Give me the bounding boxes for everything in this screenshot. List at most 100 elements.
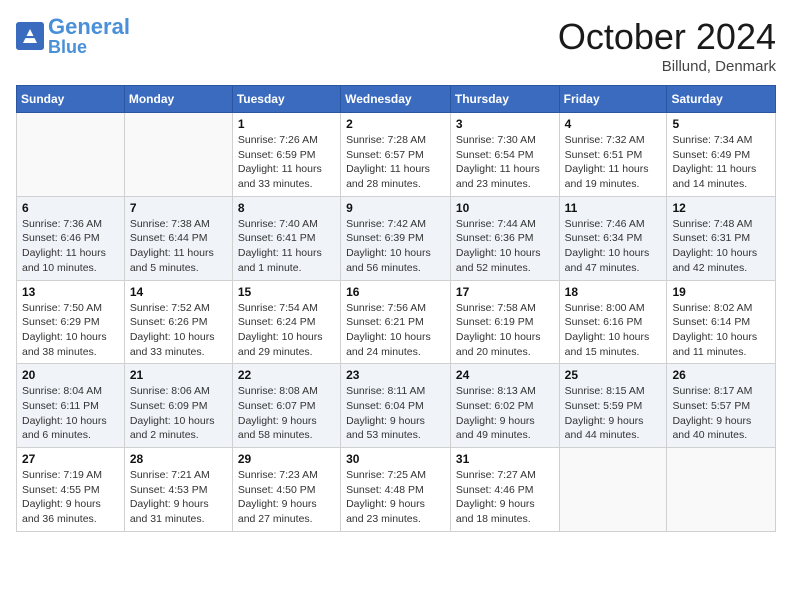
column-header-sunday: Sunday (17, 86, 125, 113)
day-number: 23 (346, 368, 445, 382)
calendar-cell: 24 Sunrise: 8:13 AMSunset: 6:02 PMDayligh… (450, 364, 559, 448)
day-info: Sunrise: 7:52 AMSunset: 6:26 PMDaylight:… (130, 301, 227, 360)
logo: General Blue (16, 16, 130, 56)
day-info: Sunrise: 7:50 AMSunset: 6:29 PMDaylight:… (22, 301, 119, 360)
calendar-cell: 28 Sunrise: 7:21 AMSunset: 4:53 PMDayligh… (124, 448, 232, 532)
day-number: 22 (238, 368, 335, 382)
calendar-cell: 29 Sunrise: 7:23 AMSunset: 4:50 PMDayligh… (232, 448, 340, 532)
calendar-cell (17, 113, 125, 197)
calendar-cell (124, 113, 232, 197)
day-info: Sunrise: 8:06 AMSunset: 6:09 PMDaylight:… (130, 384, 227, 443)
day-info: Sunrise: 8:15 AMSunset: 5:59 PMDaylight:… (565, 384, 662, 443)
calendar-cell: 22 Sunrise: 8:08 AMSunset: 6:07 PMDayligh… (232, 364, 340, 448)
page-header: General Blue October 2024 Billund, Denma… (16, 16, 776, 75)
day-info: Sunrise: 7:25 AMSunset: 4:48 PMDaylight:… (346, 468, 445, 527)
day-info: Sunrise: 7:46 AMSunset: 6:34 PMDaylight:… (565, 217, 662, 276)
calendar-cell: 12 Sunrise: 7:48 AMSunset: 6:31 PMDayligh… (667, 196, 776, 280)
title-block: October 2024 Billund, Denmark (558, 16, 776, 75)
day-info: Sunrise: 7:48 AMSunset: 6:31 PMDaylight:… (672, 217, 770, 276)
calendar-cell: 4 Sunrise: 7:32 AMSunset: 6:51 PMDaylight… (559, 113, 667, 197)
column-header-saturday: Saturday (667, 86, 776, 113)
day-number: 14 (130, 285, 227, 299)
day-number: 21 (130, 368, 227, 382)
day-info: Sunrise: 7:32 AMSunset: 6:51 PMDaylight:… (565, 133, 662, 192)
month-title: October 2024 (558, 16, 776, 58)
calendar-cell: 20 Sunrise: 8:04 AMSunset: 6:11 PMDayligh… (17, 364, 125, 448)
day-number: 13 (22, 285, 119, 299)
day-number: 19 (672, 285, 770, 299)
day-number: 24 (456, 368, 554, 382)
day-info: Sunrise: 7:27 AMSunset: 4:46 PMDaylight:… (456, 468, 554, 527)
day-number: 20 (22, 368, 119, 382)
day-number: 2 (346, 117, 445, 131)
day-number: 18 (565, 285, 662, 299)
calendar-cell: 8Sunrise: 7:40 AMSunset: 6:41 PMDaylight… (232, 196, 340, 280)
calendar-week-row: 6Sunrise: 7:36 AMSunset: 6:46 PMDaylight… (17, 196, 776, 280)
day-info: Sunrise: 7:23 AMSunset: 4:50 PMDaylight:… (238, 468, 335, 527)
calendar-cell (559, 448, 667, 532)
logo-text: General (48, 16, 130, 38)
day-number: 29 (238, 452, 335, 466)
location: Billund, Denmark (558, 58, 776, 75)
column-header-tuesday: Tuesday (232, 86, 340, 113)
calendar-cell: 13 Sunrise: 7:50 AMSunset: 6:29 PMDayligh… (17, 280, 125, 364)
calendar-cell: 6Sunrise: 7:36 AMSunset: 6:46 PMDaylight… (17, 196, 125, 280)
calendar-week-row: 13 Sunrise: 7:50 AMSunset: 6:29 PMDayligh… (17, 280, 776, 364)
day-number: 11 (565, 201, 662, 215)
calendar-cell: 23 Sunrise: 8:11 AMSunset: 6:04 PMDayligh… (341, 364, 451, 448)
day-info: Sunrise: 7:54 AMSunset: 6:24 PMDaylight:… (238, 301, 335, 360)
calendar-cell: 31 Sunrise: 7:27 AMSunset: 4:46 PMDayligh… (450, 448, 559, 532)
day-number: 16 (346, 285, 445, 299)
day-info: Sunrise: 8:08 AMSunset: 6:07 PMDaylight:… (238, 384, 335, 443)
calendar-cell: 27 Sunrise: 7:19 AMSunset: 4:55 PMDayligh… (17, 448, 125, 532)
day-info: Sunrise: 7:30 AMSunset: 6:54 PMDaylight:… (456, 133, 554, 192)
day-info: Sunrise: 7:56 AMSunset: 6:21 PMDaylight:… (346, 301, 445, 360)
day-info: Sunrise: 8:04 AMSunset: 6:11 PMDaylight:… (22, 384, 119, 443)
day-info: Sunrise: 7:44 AMSunset: 6:36 PMDaylight:… (456, 217, 554, 276)
day-info: Sunrise: 8:00 AMSunset: 6:16 PMDaylight:… (565, 301, 662, 360)
calendar-cell: 30 Sunrise: 7:25 AMSunset: 4:48 PMDayligh… (341, 448, 451, 532)
calendar-cell: 18 Sunrise: 8:00 AMSunset: 6:16 PMDayligh… (559, 280, 667, 364)
day-number: 1 (238, 117, 335, 131)
calendar-cell: 15 Sunrise: 7:54 AMSunset: 6:24 PMDayligh… (232, 280, 340, 364)
calendar-week-row: 27 Sunrise: 7:19 AMSunset: 4:55 PMDayligh… (17, 448, 776, 532)
day-number: 25 (565, 368, 662, 382)
day-number: 12 (672, 201, 770, 215)
day-number: 6 (22, 201, 119, 215)
day-info: Sunrise: 8:17 AMSunset: 5:57 PMDaylight:… (672, 384, 770, 443)
day-info: Sunrise: 7:19 AMSunset: 4:55 PMDaylight:… (22, 468, 119, 527)
day-info: Sunrise: 7:38 AMSunset: 6:44 PMDaylight:… (130, 217, 227, 276)
day-number: 9 (346, 201, 445, 215)
day-number: 28 (130, 452, 227, 466)
day-number: 15 (238, 285, 335, 299)
day-info: Sunrise: 7:21 AMSunset: 4:53 PMDaylight:… (130, 468, 227, 527)
day-info: Sunrise: 8:13 AMSunset: 6:02 PMDaylight:… (456, 384, 554, 443)
day-info: Sunrise: 8:11 AMSunset: 6:04 PMDaylight:… (346, 384, 445, 443)
calendar-cell: 3 Sunrise: 7:30 AMSunset: 6:54 PMDaylight… (450, 113, 559, 197)
day-number: 27 (22, 452, 119, 466)
column-header-wednesday: Wednesday (341, 86, 451, 113)
calendar-cell: 19 Sunrise: 8:02 AMSunset: 6:14 PMDayligh… (667, 280, 776, 364)
day-number: 10 (456, 201, 554, 215)
column-header-friday: Friday (559, 86, 667, 113)
calendar-cell: 21 Sunrise: 8:06 AMSunset: 6:09 PMDayligh… (124, 364, 232, 448)
day-info: Sunrise: 7:28 AMSunset: 6:57 PMDaylight:… (346, 133, 445, 192)
day-number: 30 (346, 452, 445, 466)
day-info: Sunrise: 7:42 AMSunset: 6:39 PMDaylight:… (346, 217, 445, 276)
calendar-cell: 16 Sunrise: 7:56 AMSunset: 6:21 PMDayligh… (341, 280, 451, 364)
logo-icon (16, 22, 44, 50)
day-number: 4 (565, 117, 662, 131)
calendar-cell: 1Sunrise: 7:26 AMSunset: 6:59 PMDaylight… (232, 113, 340, 197)
day-info: Sunrise: 8:02 AMSunset: 6:14 PMDaylight:… (672, 301, 770, 360)
calendar-cell: 10 Sunrise: 7:44 AMSunset: 6:36 PMDayligh… (450, 196, 559, 280)
day-number: 5 (672, 117, 770, 131)
day-number: 8 (238, 201, 335, 215)
calendar-cell: 25 Sunrise: 8:15 AMSunset: 5:59 PMDayligh… (559, 364, 667, 448)
day-number: 31 (456, 452, 554, 466)
day-number: 3 (456, 117, 554, 131)
column-header-thursday: Thursday (450, 86, 559, 113)
calendar-cell: 17Sunrise: 7:58 AMSunset: 6:19 PMDayligh… (450, 280, 559, 364)
logo-blue: Blue (48, 38, 130, 56)
day-number: 26 (672, 368, 770, 382)
calendar-cell: 2 Sunrise: 7:28 AMSunset: 6:57 PMDaylight… (341, 113, 451, 197)
